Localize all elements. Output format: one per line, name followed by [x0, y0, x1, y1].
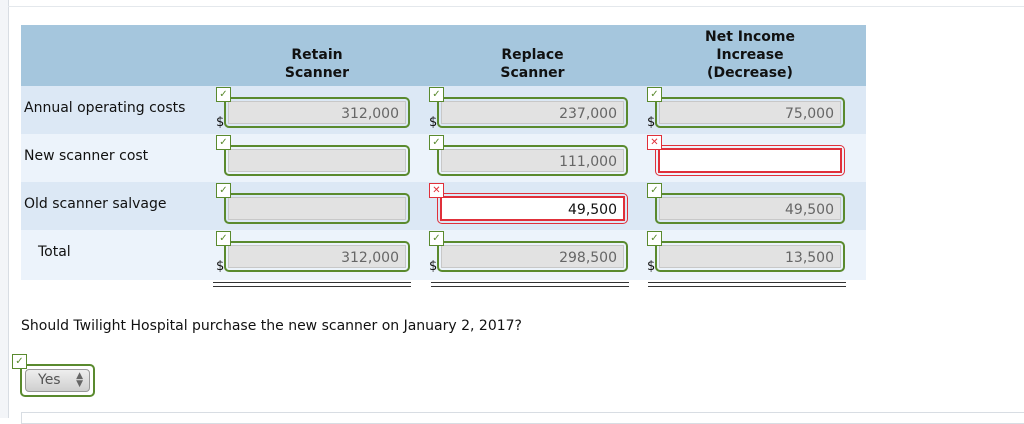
row-label: Annual operating costs	[24, 100, 186, 116]
retain-annual-costs-input[interactable]: 312,000	[228, 101, 406, 124]
double-underline	[213, 282, 411, 287]
replace-salvage-input[interactable]: 49,500	[440, 196, 625, 221]
double-underline	[648, 282, 846, 287]
correct-check-icon: ✓	[647, 183, 662, 198]
retain-total-input[interactable]: 312,000	[228, 245, 406, 268]
table-header: Retain Scanner Replace Scanner Net Income I…	[21, 25, 866, 86]
header-net-income: Net Income Increase (Decrease)	[655, 28, 845, 82]
row-label: Old scanner salvage	[24, 196, 167, 212]
table-row: Old scanner salvage ✓ ✕ 49,500 ✓ 49,500	[21, 182, 866, 236]
select-value: Yes	[38, 372, 61, 388]
correct-check-icon: ✓	[12, 354, 27, 369]
header-line: Scanner	[500, 65, 565, 81]
row-label: New scanner cost	[24, 148, 149, 164]
header-line: Scanner	[284, 65, 350, 81]
header-line: Net Income	[705, 29, 795, 45]
replace-total-input[interactable]: 298,500	[441, 245, 624, 268]
net-new-scanner-input[interactable]	[658, 148, 842, 173]
table-row: New scanner cost ✓ ✓ 111,000 ✕	[21, 134, 866, 182]
header-line: Retain	[291, 47, 343, 63]
retain-new-scanner-input[interactable]	[228, 149, 406, 172]
correct-check-icon: ✓	[216, 135, 231, 150]
replace-new-scanner-input[interactable]: 111,000	[441, 149, 624, 172]
correct-check-icon: ✓	[216, 183, 231, 198]
header-retain-scanner: Retain Scanner	[224, 46, 410, 82]
divider	[8, 6, 1024, 7]
header-line: (Decrease)	[707, 65, 793, 81]
net-annual-costs-input[interactable]: 75,000	[659, 101, 841, 124]
next-section-box	[21, 412, 1024, 424]
incorrect-x-icon: ✕	[647, 135, 662, 150]
analysis-table: Retain Scanner Replace Scanner Net Income I…	[21, 25, 866, 287]
header-line: Replace	[501, 47, 564, 63]
select-arrows-icon: ▲ ▼	[76, 371, 83, 389]
retain-salvage-input[interactable]	[228, 197, 406, 220]
incorrect-x-icon: ✕	[429, 183, 444, 198]
correct-check-icon: ✓	[647, 231, 662, 246]
purchase-decision-select[interactable]: Yes ▲ ▼	[20, 364, 95, 397]
header-line: Increase	[716, 47, 784, 63]
left-border	[0, 0, 9, 418]
row-label: Total	[38, 244, 71, 260]
table-row: Total ✓ $312,000 ✓ $298,500 ✓ $13,500	[21, 230, 866, 287]
header-replace-scanner: Replace Scanner	[437, 46, 628, 82]
table-row: Annual operating costs ✓ $312,000 ✓ $237,0…	[21, 86, 866, 134]
correct-check-icon: ✓	[429, 87, 444, 102]
correct-check-icon: ✓	[647, 87, 662, 102]
double-underline	[431, 282, 629, 287]
correct-check-icon: ✓	[429, 135, 444, 150]
correct-check-icon: ✓	[216, 231, 231, 246]
correct-check-icon: ✓	[216, 87, 231, 102]
question-text: Should Twilight Hospital purchase the ne…	[21, 318, 522, 334]
replace-annual-costs-input[interactable]: 237,000	[441, 101, 624, 124]
correct-check-icon: ✓	[429, 231, 444, 246]
net-total-input[interactable]: 13,500	[659, 245, 841, 268]
net-salvage-input[interactable]: 49,500	[659, 197, 841, 220]
